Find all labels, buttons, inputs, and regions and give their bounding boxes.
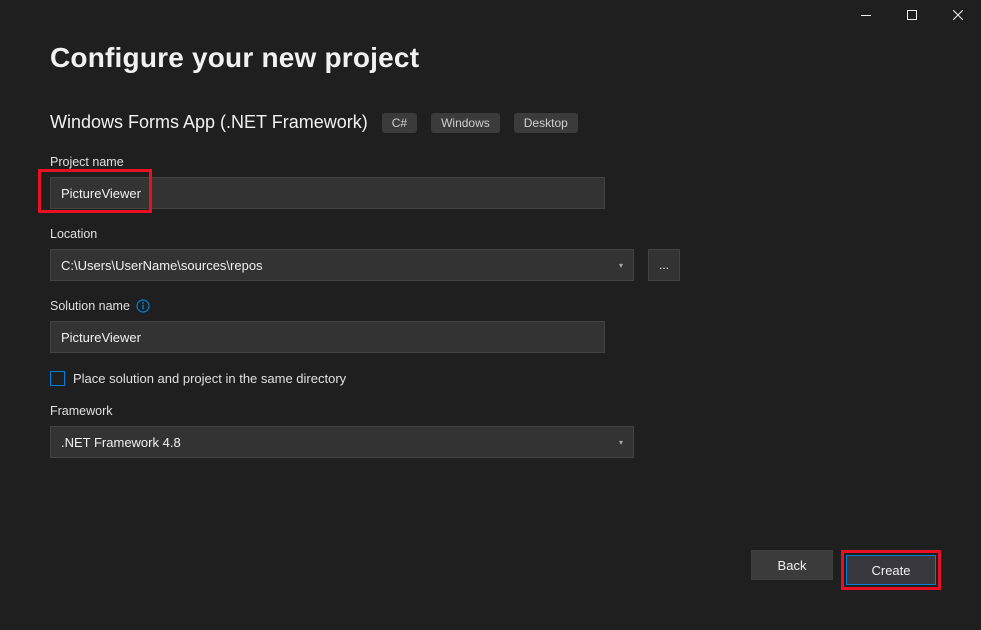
project-type-label: Windows Forms App (.NET Framework) [50,112,368,133]
framework-value: .NET Framework 4.8 [61,435,181,450]
minimize-button[interactable] [843,0,889,30]
tag-language: C# [382,113,417,133]
window-titlebar [843,0,981,30]
chevron-down-icon: ▾ [619,438,623,447]
framework-field: Framework .NET Framework 4.8 ▾ [50,404,931,458]
highlight-create: Create [841,550,941,590]
location-field: Location C:\Users\UserName\sources\repos… [50,227,931,281]
same-directory-checkbox[interactable] [50,371,65,386]
button-bar: Back Create [751,550,941,590]
location-value: C:\Users\UserName\sources\repos [61,258,263,273]
back-button[interactable]: Back [751,550,833,580]
solution-name-field: Solution name [50,299,931,353]
create-button[interactable]: Create [846,555,936,585]
project-name-input[interactable] [50,177,605,209]
solution-name-label: Solution name [50,299,931,313]
close-button[interactable] [935,0,981,30]
solution-name-input[interactable] [50,321,605,353]
project-name-label: Project name [50,155,931,169]
browse-button[interactable]: ... [648,249,680,281]
page-title: Configure your new project [50,42,931,74]
maximize-button[interactable] [889,0,935,30]
location-dropdown[interactable]: C:\Users\UserName\sources\repos ▾ [50,249,634,281]
framework-label: Framework [50,404,931,418]
chevron-down-icon: ▾ [619,261,623,270]
info-icon[interactable] [136,299,150,313]
project-type-row: Windows Forms App (.NET Framework) C# Wi… [50,112,931,133]
same-directory-checkbox-row: Place solution and project in the same d… [50,371,931,386]
location-label: Location [50,227,931,241]
framework-dropdown[interactable]: .NET Framework 4.8 ▾ [50,426,634,458]
project-name-field: Project name [50,155,931,209]
same-directory-label: Place solution and project in the same d… [73,371,346,386]
tag-platform: Windows [431,113,500,133]
tag-projecttype: Desktop [514,113,578,133]
